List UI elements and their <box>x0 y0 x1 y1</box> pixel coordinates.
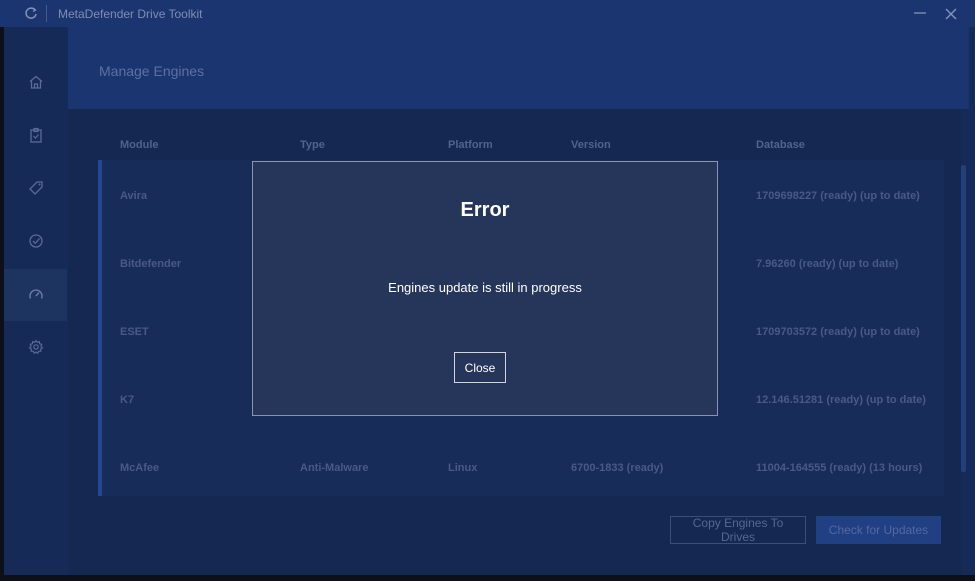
error-dialog: Error Engines update is still in progres… <box>252 161 718 416</box>
check-updates-button[interactable]: Check for Updates <box>816 516 941 544</box>
sidebar-item-licenses[interactable] <box>4 162 67 214</box>
dialog-title: Error <box>460 199 510 221</box>
sidebar-item-home[interactable] <box>4 56 67 108</box>
column-header-database[interactable]: Database <box>756 139 805 151</box>
database-cell: 11004-164555 (ready) (13 hours) <box>756 462 923 474</box>
minimize-icon[interactable] <box>912 6 928 20</box>
close-icon[interactable] <box>943 6 959 22</box>
shield-check-icon <box>28 234 43 248</box>
dialog-message: Engines update is still in progress <box>388 280 582 295</box>
module-cell: ESET <box>120 326 149 338</box>
title-separator <box>46 5 47 22</box>
table-row[interactable]: McAfee Anti-Malware Linux 6700-1833 (rea… <box>102 432 944 500</box>
bottom-edge <box>0 575 975 581</box>
column-header-platform[interactable]: Platform <box>448 139 493 151</box>
database-cell: 1709703572 (ready) (up to date) <box>756 326 920 338</box>
sidebar <box>4 27 67 577</box>
sidebar-item-engines[interactable] <box>4 269 67 321</box>
column-header-version[interactable]: Version <box>571 139 611 151</box>
module-cell: Avira <box>120 190 148 202</box>
sidebar-item-reports[interactable] <box>4 109 67 161</box>
tag-icon <box>28 181 43 195</box>
app-window: MetaDefender Drive Toolkit Manage Engine… <box>0 0 975 581</box>
page-header: Manage Engines <box>68 27 969 109</box>
sidebar-item-settings[interactable] <box>4 321 67 373</box>
title-bar: MetaDefender Drive Toolkit <box>0 0 975 27</box>
database-cell: 12.146.51281 (ready) (up to date) <box>756 394 926 406</box>
database-cell: 1709698227 (ready) (up to date) <box>756 190 920 202</box>
dialog-close-button[interactable]: Close <box>454 352 506 383</box>
module-cell: McAfee <box>120 462 160 474</box>
window-title: MetaDefender Drive Toolkit <box>58 7 203 21</box>
gauge-icon <box>28 289 43 299</box>
copy-engines-button[interactable]: Copy Engines To Drives <box>670 516 806 544</box>
page-title: Manage Engines <box>99 63 205 79</box>
sidebar-item-scan[interactable] <box>4 215 67 267</box>
column-header-module[interactable]: Module <box>120 139 159 151</box>
module-cell: Bitdefender <box>120 258 182 270</box>
column-header-type[interactable]: Type <box>300 139 325 151</box>
refresh-logo-icon <box>25 7 37 19</box>
type-cell: Anti-Malware <box>300 462 369 474</box>
clipboard-icon <box>29 127 42 143</box>
module-cell: K7 <box>120 394 135 406</box>
database-cell: 7.96260 (ready) (up to date) <box>756 258 899 270</box>
platform-cell: Linux <box>448 462 478 474</box>
version-cell: 6700-1833 (ready) <box>571 462 664 474</box>
gear-icon <box>28 339 43 355</box>
scrollbar-thumb[interactable] <box>961 165 966 472</box>
home-icon <box>29 75 42 89</box>
